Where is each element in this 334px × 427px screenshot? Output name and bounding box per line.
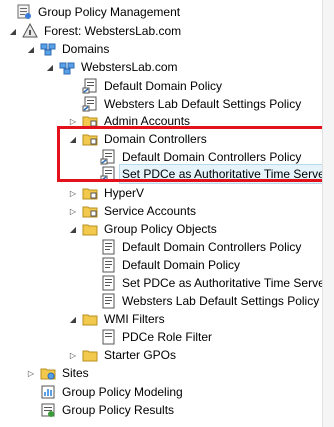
tree-item-wmi-filters[interactable]: ◢ WMI Filters [68,309,167,329]
tree-item-label: Domain Controllers [104,132,207,146]
gpo-link-icon [100,149,116,165]
tree-item-label: Websters Lab Default Settings Policy [122,294,320,308]
tree-item-label: Domains [62,42,110,56]
collapsed-arrow-icon[interactable]: ▷ [26,368,36,378]
expanded-arrow-icon[interactable]: ◢ [45,62,55,72]
tree-item-domain[interactable]: ◢ WebstersLab.com [45,57,180,77]
tree-item-admin-accounts[interactable]: ▷ Admin Accounts [68,111,192,131]
tree-item-label: WebstersLab.com [81,60,178,74]
tree-item-label: Group Policy Results [62,403,175,417]
tree-item-gpo[interactable]: Set PDCe as Authoritative Time Server [86,273,331,293]
collapsed-arrow-icon[interactable]: ▷ [68,206,78,216]
tree-item-label: Default Domain Controllers Policy [122,240,302,254]
tree-item-gpo[interactable]: Default Domain Controllers Policy [86,237,303,257]
ou-folder-icon [82,131,98,147]
tree-item-label: Default Domain Policy [104,79,223,93]
sites-icon [40,365,56,381]
tree-item-label: Group Policy Objects [104,222,217,236]
gpo-icon [100,275,116,291]
gpo-icon [100,293,116,309]
expanded-arrow-icon[interactable]: ◢ [8,26,18,36]
tree-item-label: Starter GPOs [104,348,177,362]
folder-icon [82,311,98,327]
tree-item-forest[interactable]: ◢ Forest: WebstersLab.com [8,21,183,41]
domain-icon [59,59,75,75]
folder-icon [82,347,98,363]
tree-item-label: HyperV [104,186,145,200]
tree-item-gpo[interactable]: Default Domain Policy [86,255,242,275]
expanded-arrow-icon[interactable]: ◢ [26,44,36,54]
tree-item-starter-gpos[interactable]: ▷ Starter GPOs [68,345,178,365]
forest-icon [22,22,38,39]
tree-item-results[interactable]: Group Policy Results [26,400,176,420]
tree-item-label: Set PDCe as Authoritative Time Server [119,164,332,184]
tree-item-domains[interactable]: ◢ Domains [26,39,111,59]
gpm-tree: Group Policy Management ◢ Forest: Webste… [0,0,332,427]
tree-item-label: Sites [62,366,89,380]
tree-item-gpo-link[interactable]: Default Domain Policy [68,76,224,96]
tree-item-root[interactable]: Group Policy Management [2,2,182,22]
ou-folder-icon [82,203,98,219]
domains-icon [40,41,56,57]
gpo-icon [100,257,116,273]
tree-item-label: WMI Filters [104,312,165,326]
tree-item-label: Set PDCe as Authoritative Time Server [122,276,329,290]
collapsed-arrow-icon[interactable]: ▷ [68,188,78,198]
tree-item-wmi-filter[interactable]: PDCe Role Filter [86,327,214,347]
ou-folder-icon [82,113,98,129]
results-icon [40,402,56,418]
tree-item-label: PDCe Role Filter [122,330,213,344]
wmi-filter-icon [100,329,116,345]
gpm-console-icon [16,4,32,20]
tree-item-label: Default Domain Policy [122,258,241,272]
tree-item-label: Service Accounts [104,204,197,218]
vertical-scrollbar[interactable] [322,0,334,427]
tree-item-gpo-link-selected[interactable]: Set PDCe as Authoritative Time Server [86,164,332,184]
expanded-arrow-icon[interactable]: ◢ [68,314,78,324]
gpo-link-icon [82,78,98,94]
tree-item-sites[interactable]: ▷ Sites [26,363,91,383]
tree-item-gpo-container[interactable]: ◢ Group Policy Objects [68,219,219,239]
ou-folder-icon [82,185,98,201]
tree-item-domain-controllers[interactable]: ◢ Domain Controllers [68,129,209,149]
expanded-arrow-icon[interactable]: ◢ [68,224,78,234]
tree-item-label: Group Policy Modeling [62,385,183,399]
tree-item-label: Forest: WebstersLab.com [44,24,182,38]
collapsed-arrow-icon[interactable]: ▷ [68,350,78,360]
tree-item-service-accounts[interactable]: ▷ Service Accounts [68,201,198,221]
gpo-link-icon [82,96,98,112]
tree-item-hyperv[interactable]: ▷ HyperV [68,183,146,203]
modeling-icon [40,384,56,400]
collapsed-arrow-icon[interactable]: ▷ [68,116,78,126]
expanded-arrow-icon[interactable]: ◢ [68,134,78,144]
folder-icon [82,221,98,237]
tree-item-label: Group Policy Management [38,5,181,19]
gpo-link-icon [100,166,116,182]
tree-item-gpo[interactable]: Websters Lab Default Settings Policy [86,291,321,311]
tree-item-modeling[interactable]: Group Policy Modeling [26,382,185,402]
tree-item-label: Admin Accounts [104,114,191,128]
gpo-icon [100,239,116,255]
